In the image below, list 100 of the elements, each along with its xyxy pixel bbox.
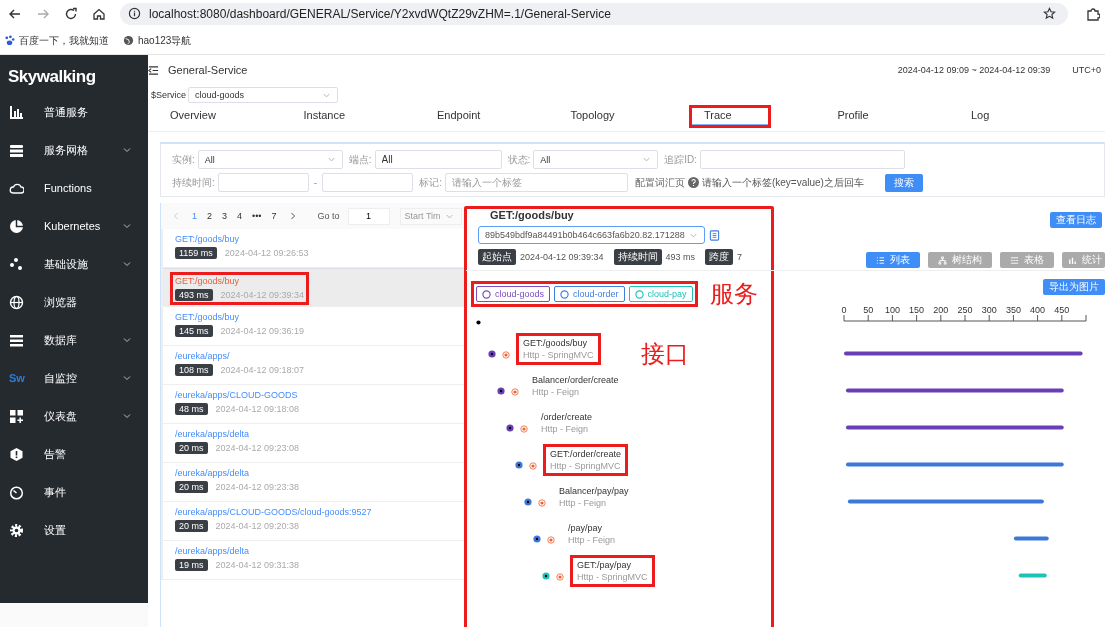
timeline-bar[interactable] <box>844 351 1083 356</box>
service-tag[interactable]: cloud-order <box>554 286 625 302</box>
copy-icon[interactable] <box>709 229 720 241</box>
tick-label: 450 <box>1054 305 1070 315</box>
nav-item[interactable]: 基础设施 <box>0 245 148 283</box>
trace-time: 2024-04-12 09:31:38 <box>215 560 300 570</box>
nav-item[interactable]: 仪表盘 <box>0 397 148 435</box>
trace-endpoint: /eureka/apps/delta <box>175 429 251 439</box>
menu-icon[interactable] <box>148 64 159 76</box>
list-icon <box>9 332 24 348</box>
max-duration-input[interactable] <box>322 173 414 192</box>
nav-item[interactable]: 浏览器 <box>0 283 148 321</box>
trace-row[interactable]: /eureka/apps/delta 20 ms 2024-04-12 09:23:08 <box>161 424 466 463</box>
help-icon[interactable] <box>687 177 699 188</box>
nav-item[interactable]: 服务网格 <box>0 131 148 169</box>
page-input[interactable]: 1 <box>347 207 390 225</box>
bar-chart-icon <box>9 104 24 120</box>
instance-select[interactable]: All <box>197 150 343 169</box>
timeline-bar[interactable] <box>1013 536 1049 541</box>
timeline-bar[interactable] <box>845 388 1064 393</box>
page-number[interactable]: 7 <box>266 211 282 221</box>
root-dot-icon <box>476 319 481 325</box>
endpoint-input[interactable]: All <box>374 150 502 169</box>
trace-row[interactable]: GET:/goods/buy 145 ms 2024-04-12 09:36:19 <box>161 307 466 346</box>
nav-item[interactable]: 事件 <box>0 473 148 511</box>
tab[interactable]: Profile <box>831 105 875 128</box>
service-select[interactable]: cloud-goods <box>188 87 338 103</box>
trace-id-input[interactable] <box>700 150 906 169</box>
paw-icon <box>4 35 15 46</box>
timeline-bar[interactable] <box>1018 573 1047 578</box>
page-number[interactable]: 3 <box>217 211 233 221</box>
nav-item[interactable]: 数据库 <box>0 321 148 359</box>
tab[interactable]: Topology <box>564 105 621 128</box>
span-name[interactable]: /pay/pay <box>568 522 616 533</box>
service-ring-icon <box>560 289 570 299</box>
alert-shield-icon <box>9 446 24 462</box>
start-time: 2024-04-12 09:39:34 <box>520 252 604 262</box>
span-name[interactable]: /order/create <box>541 411 593 422</box>
time-range[interactable]: 2024-04-12 09:09 ~ 2024-04-12 09:39 <box>897 65 1051 75</box>
trace-row[interactable]: /eureka/apps/ 108 ms 2024-04-12 09:18:07 <box>161 346 466 385</box>
trace-row[interactable]: /eureka/apps/delta 20 ms 2024-04-12 09:23:38 <box>161 463 466 502</box>
tab[interactable]: Trace <box>689 105 771 128</box>
trace-row[interactable]: GET:/goods/buy 493 ms 2024-04-12 09:39:34 <box>161 268 466 307</box>
nav-item[interactable]: Kubernetes <box>0 207 148 245</box>
logo[interactable]: Skywalking <box>0 55 148 93</box>
span-name[interactable]: Balancer/pay/pay <box>559 485 629 496</box>
nav-item[interactable]: Sw 自监控 <box>0 359 148 397</box>
trace-time: 2024-04-12 09:23:38 <box>215 482 300 492</box>
bookmark-link[interactable]: 百度一下，我就知道 <box>4 33 109 48</box>
service-tag[interactable]: cloud-goods <box>476 286 551 302</box>
page-number[interactable]: 4 <box>232 211 248 221</box>
service-label: $Service <box>151 90 186 100</box>
span-count: 7 <box>737 252 743 262</box>
min-duration-input[interactable] <box>217 173 309 192</box>
timeline-bar[interactable] <box>845 425 1064 430</box>
span-name[interactable]: GET:/goods/buy <box>523 337 594 348</box>
nav-item[interactable]: Functions <box>0 169 148 207</box>
span-name[interactable]: Balancer/order/create <box>532 374 619 385</box>
tree-icon <box>938 255 947 265</box>
info-icon[interactable] <box>128 7 141 20</box>
star-icon[interactable] <box>1043 7 1056 20</box>
list-icon <box>876 255 885 265</box>
tick-label: 150 <box>909 305 925 315</box>
page-number[interactable]: ••• <box>247 211 267 221</box>
nav-item[interactable]: 设置 <box>0 511 148 549</box>
trace-endpoint: /eureka/apps/delta <box>175 468 251 478</box>
tab[interactable]: Log <box>965 105 996 128</box>
trace-time: 2024-04-12 09:18:08 <box>215 404 300 414</box>
vocabulary-link[interactable]: 配置词汇页 <box>634 175 685 190</box>
page-title: General-Service <box>168 64 248 76</box>
tab[interactable]: Overview <box>164 105 222 128</box>
filter-label: 实例: <box>172 152 195 167</box>
trace-duration: 493 ms <box>665 252 696 262</box>
page-number[interactable]: 2 <box>202 211 218 221</box>
timeline-bar[interactable] <box>847 499 1044 504</box>
span-name[interactable]: GET:/order/create <box>550 448 622 459</box>
puzzle-icon[interactable] <box>1086 6 1100 21</box>
trace-row[interactable]: /eureka/apps/CLOUD-GOODS 48 ms 2024-04-12 09:18:08 <box>161 385 466 424</box>
span-name[interactable]: GET:/pay/pay <box>577 559 648 570</box>
globe-icon <box>123 35 134 46</box>
settings-icon <box>9 522 24 538</box>
reload-icon[interactable] <box>64 6 78 21</box>
tick-label: 350 <box>1005 305 1021 315</box>
nav-item[interactable]: 普通服务 <box>0 93 148 131</box>
trace-id-select[interactable]: 89b549bdf9a84491b0b464c663fa6b20.82.171288 <box>478 226 705 244</box>
home-icon[interactable] <box>92 6 106 21</box>
dots-icon <box>9 256 24 272</box>
trace-time: 2024-04-12 09:39:34 <box>220 289 305 300</box>
address-bar[interactable]: localhost:8080/dashboard/GENERAL/Service/Y2xvdWQtZ29vZHM=.1/General-Service <box>120 2 1068 25</box>
span-type: Http - SpringMVC <box>577 571 648 582</box>
bookmark-link[interactable]: hao123导航 <box>123 33 192 48</box>
span-type: Http - SpringMVC <box>550 460 622 471</box>
tab[interactable]: Endpoint <box>431 105 487 128</box>
status-select[interactable]: All <box>533 150 659 169</box>
tab[interactable]: Instance <box>297 105 352 128</box>
trace-row[interactable]: /eureka/apps/delta 19 ms 2024-04-12 09:31:38 <box>161 541 466 580</box>
nav-item[interactable]: 告警 <box>0 435 148 473</box>
trace-row[interactable]: /eureka/apps/CLOUD-GOODS/cloud-goods:9527 20 ms 2024-04-12 09:20:38 <box>161 502 466 541</box>
trace-time: 2024-04-12 09:26:53 <box>224 248 309 258</box>
timeline-bar[interactable] <box>845 462 1064 467</box>
